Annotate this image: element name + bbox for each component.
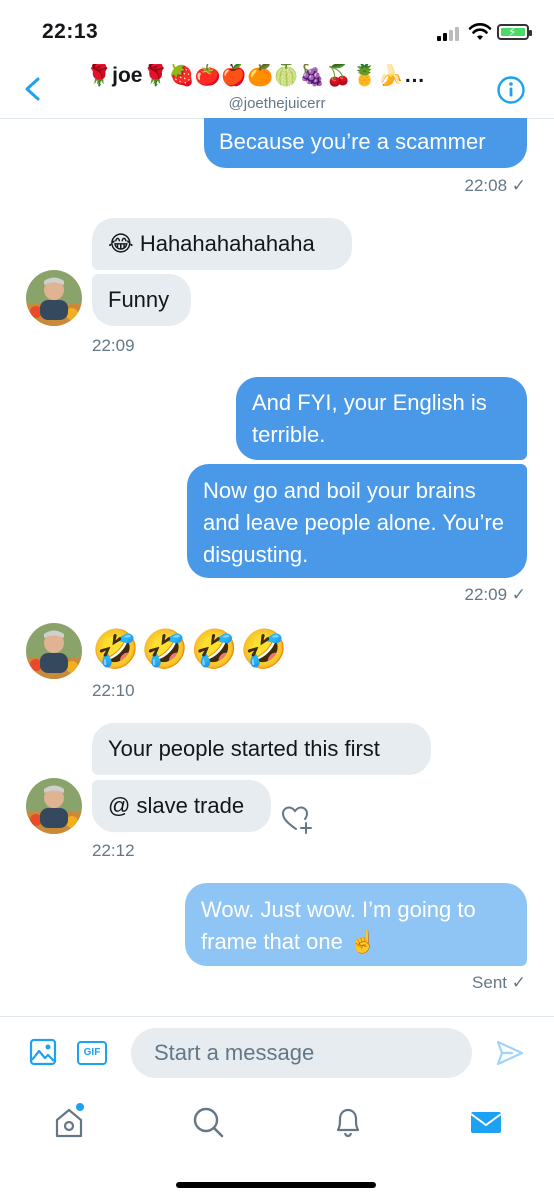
status-bar: 22:13 ⚡ xyxy=(0,0,554,60)
message-timestamp: 22:12 xyxy=(92,841,135,860)
message-input[interactable] xyxy=(131,1028,472,1078)
send-icon[interactable] xyxy=(496,1039,524,1067)
avatar[interactable] xyxy=(26,270,82,326)
message-status: Sent ✓ xyxy=(472,973,526,992)
bell-icon[interactable] xyxy=(328,1102,368,1142)
battery-icon: ⚡ xyxy=(497,24,532,40)
message-bubble-incoming[interactable]: @ slave trade xyxy=(92,780,271,832)
message-thread: Because you’re a scammer 22:08 ✓ 😂 Hahah… xyxy=(0,118,554,1016)
message-bubble-outgoing[interactable]: Because you’re a scammer xyxy=(204,118,527,168)
message-bubble-incoming[interactable]: Your people started this first xyxy=(92,723,431,775)
avatar[interactable] xyxy=(26,778,82,834)
wifi-icon xyxy=(468,23,492,40)
avatar[interactable] xyxy=(26,623,82,679)
message-bubble-outgoing[interactable]: Now go and boil your brains and leave pe… xyxy=(187,464,527,578)
status-time: 22:13 xyxy=(42,20,99,43)
message-timestamp: 22:09 ✓ xyxy=(464,585,526,604)
home-indicator[interactable] xyxy=(176,1182,376,1188)
message-composer: GIF xyxy=(0,1016,554,1085)
message-timestamp: 22:09 xyxy=(92,336,135,355)
message-bubble-incoming[interactable]: 😂 Hahahahahahaha xyxy=(92,218,352,270)
conversation-title[interactable]: 🌹joe🌹🍓🍅🍎🍊🍈🍇🍒🍍🍌… xyxy=(86,64,486,88)
message-timestamp: 22:10 xyxy=(92,681,135,700)
message-emoji[interactable]: 🤣🤣🤣🤣 xyxy=(92,628,289,672)
mail-icon[interactable] xyxy=(466,1102,506,1142)
like-add-icon[interactable] xyxy=(280,803,314,837)
gif-icon[interactable]: GIF xyxy=(77,1041,107,1065)
info-icon[interactable] xyxy=(496,75,526,105)
search-icon[interactable] xyxy=(188,1102,228,1142)
cell-signal-icon xyxy=(437,27,463,41)
message-bubble-outgoing[interactable]: And FYI, your English is terrible. xyxy=(236,377,527,460)
message-timestamp: 22:08 ✓ xyxy=(464,176,526,195)
media-icon[interactable] xyxy=(29,1038,57,1066)
message-bubble-incoming[interactable]: Funny xyxy=(92,274,191,326)
conversation-handle: @joethejuicerr xyxy=(228,95,326,112)
message-bubble-outgoing-pending[interactable]: Wow. Just wow. I’m going to frame that o… xyxy=(185,883,527,966)
conversation-header: 🌹joe🌹🍓🍅🍎🍊🍈🍇🍒🍍🍌… @joethejuicerr xyxy=(0,60,554,119)
home-icon[interactable] xyxy=(49,1102,89,1142)
